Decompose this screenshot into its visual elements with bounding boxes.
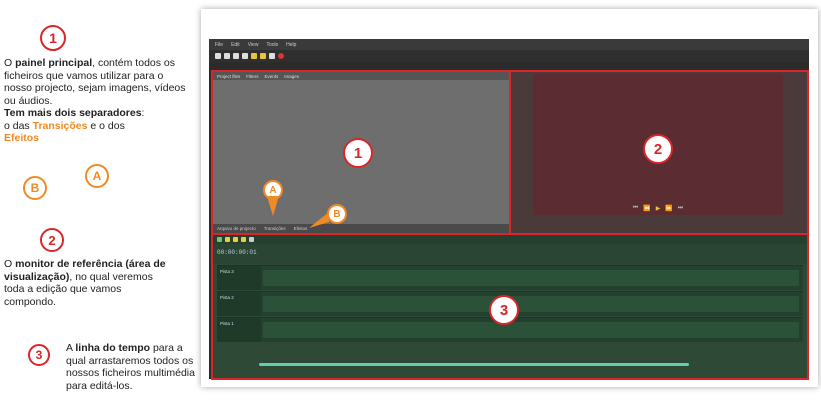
new-icon[interactable]: [215, 53, 221, 59]
step-1-text: O painel principal, contém todos os fich…: [4, 57, 186, 144]
track-label: Pista 2: [217, 292, 261, 316]
step-3-text: A linha do tempo para a qual arrastaremo…: [66, 342, 195, 392]
tab-arquivo-projecto[interactable]: Arquivo de projecto: [217, 226, 256, 231]
monitor-controls: ⏮ ⏪ ▶ ⏩ ⏭: [533, 203, 783, 213]
tab-project-files[interactable]: Project files: [217, 74, 240, 79]
track-body[interactable]: [263, 270, 799, 286]
timeline-scrollbar[interactable]: [259, 363, 689, 366]
timeline-toolbar: [213, 235, 807, 244]
play-icon[interactable]: ▶: [656, 205, 661, 212]
timecode: 00:00:00:01: [217, 249, 257, 256]
timeline: 00:00:00:01 Pista 3 Pista 2 Pista 1 3: [211, 233, 809, 380]
editor-screenshot: File Edit View Tools Help Project files …: [201, 9, 818, 387]
tab-events[interactable]: Events: [265, 74, 279, 79]
overlay-marker-2: 2: [643, 134, 673, 164]
open-icon[interactable]: [224, 53, 230, 59]
menu-item[interactable]: File: [215, 42, 223, 48]
step-3-badge: 3: [28, 344, 50, 366]
track-label: Pista 3: [217, 266, 261, 290]
rewind-icon[interactable]: ⏪: [643, 205, 650, 212]
video-editor-window: File Edit View Tools Help Project files …: [209, 39, 809, 380]
transicoes-label: Transições: [32, 119, 88, 132]
step-1-badge: 1: [40, 25, 66, 51]
save-icon[interactable]: [233, 53, 239, 59]
efeitos-label: Efeitos: [4, 132, 40, 144]
redo-icon[interactable]: [251, 53, 257, 59]
settings-icon[interactable]: [269, 53, 275, 59]
overlay-marker-3: 3: [489, 295, 519, 325]
step-2-badge: 2: [40, 228, 64, 252]
menu-item[interactable]: View: [248, 42, 259, 48]
snap-icon[interactable]: [233, 237, 238, 242]
marker-a-badge: A: [85, 164, 109, 188]
forward-icon[interactable]: ⏩: [665, 205, 672, 212]
tab-filters[interactable]: Filters: [246, 74, 258, 79]
monitor-screen: 2 ⏮ ⏪ ▶ ⏩ ⏭: [533, 74, 783, 215]
marker-icon[interactable]: [241, 237, 246, 242]
tab-transicoes[interactable]: Transições: [264, 226, 286, 231]
explanation-column: 1 O painel principal, contém todos os fi…: [0, 0, 200, 412]
cut-icon[interactable]: [225, 237, 230, 242]
timeline-ruler[interactable]: 00:00:00:01: [213, 244, 807, 264]
track-label: Pista 1: [217, 318, 261, 342]
step-2-text: O monitor de referência (área de visuali…: [4, 258, 166, 308]
add-track-icon[interactable]: [217, 237, 222, 242]
skip-start-icon[interactable]: ⏮: [633, 205, 638, 212]
marker-b-badge: B: [23, 176, 47, 200]
pin-b-pointer-icon: [309, 212, 329, 228]
main-panel: Project files Filters Events Images Arqu…: [211, 70, 511, 235]
reference-monitor: 2 ⏮ ⏪ ▶ ⏩ ⏭: [509, 70, 809, 235]
record-icon[interactable]: [278, 53, 284, 59]
overlay-marker-b: B: [327, 204, 347, 224]
overlay-marker-1: 1: [343, 138, 373, 168]
menu-item[interactable]: Tools: [266, 42, 278, 48]
undo-icon[interactable]: [242, 53, 248, 59]
timeline-track: Pista 3: [217, 265, 803, 290]
menu-bar: File Edit View Tools Help: [209, 39, 809, 50]
pin-a-pointer-icon: [267, 196, 279, 216]
tool-icon[interactable]: [260, 53, 266, 59]
zoom-icon[interactable]: [249, 237, 254, 242]
tab-images[interactable]: Images: [284, 74, 299, 79]
tab-efeitos[interactable]: Efeitos: [294, 226, 308, 231]
toolbar: [209, 50, 809, 62]
menu-item[interactable]: Help: [286, 42, 296, 48]
main-panel-bottom-tabs: Arquivo de projecto Transições Efeitos: [213, 224, 509, 233]
main-panel-tabs: Project files Filters Events Images: [213, 72, 509, 80]
track-body[interactable]: [263, 322, 799, 338]
skip-end-icon[interactable]: ⏭: [678, 205, 683, 212]
menu-item[interactable]: Edit: [231, 42, 240, 48]
track-body[interactable]: [263, 296, 799, 312]
